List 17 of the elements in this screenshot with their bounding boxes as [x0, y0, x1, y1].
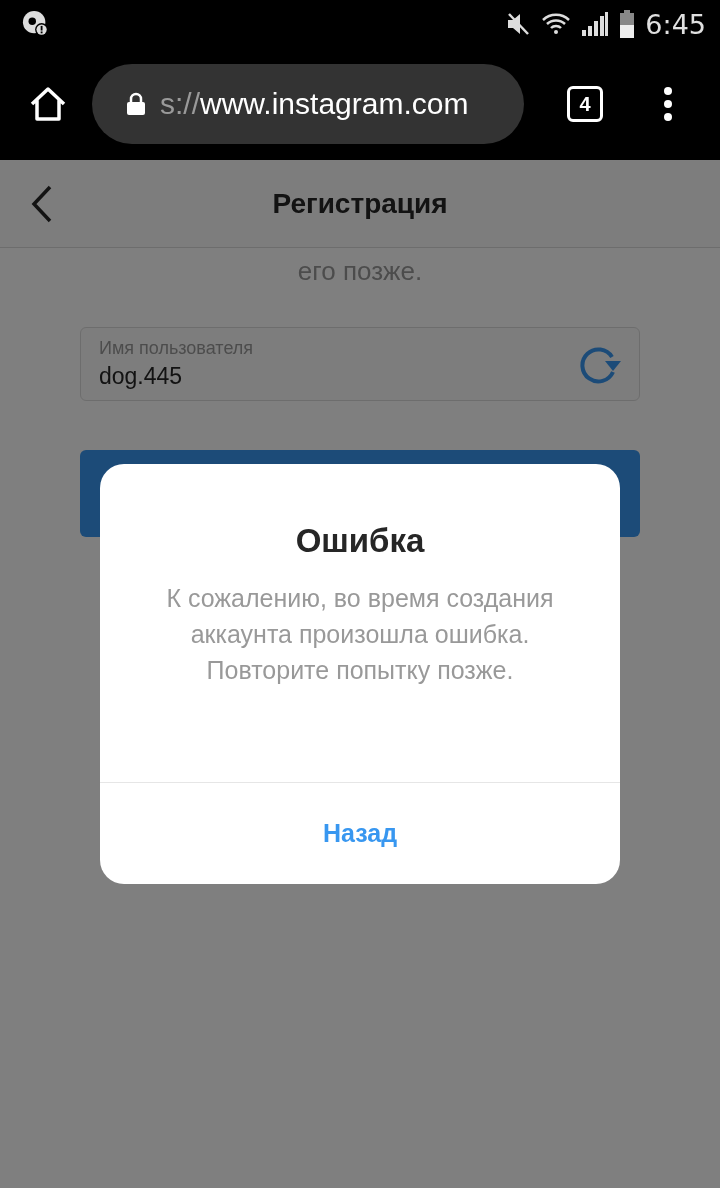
lock-icon [126, 92, 146, 116]
field-value: dog.445 [99, 363, 184, 390]
page-title: Регистрация [272, 187, 448, 220]
notification-icon [22, 10, 50, 38]
wifi-icon [541, 12, 572, 36]
back-button[interactable] [30, 184, 54, 224]
url-text: s://www.instagram.com [160, 87, 469, 121]
signal-icon [581, 11, 610, 37]
home-button[interactable] [28, 84, 68, 124]
dialog-message: К сожалению, во время создания аккаунта произошла ошибка. Повторите попытку позже. [165, 583, 555, 686]
tab-count-button[interactable]: 4 [567, 86, 603, 122]
address-bar[interactable]: s://www.instagram.com [92, 64, 524, 144]
menu-button[interactable] [663, 86, 673, 122]
dialog-title: Ошибка [295, 522, 425, 560]
battery-icon [619, 10, 636, 38]
status-time: 6:45 [645, 8, 706, 40]
mute-icon [505, 11, 532, 37]
